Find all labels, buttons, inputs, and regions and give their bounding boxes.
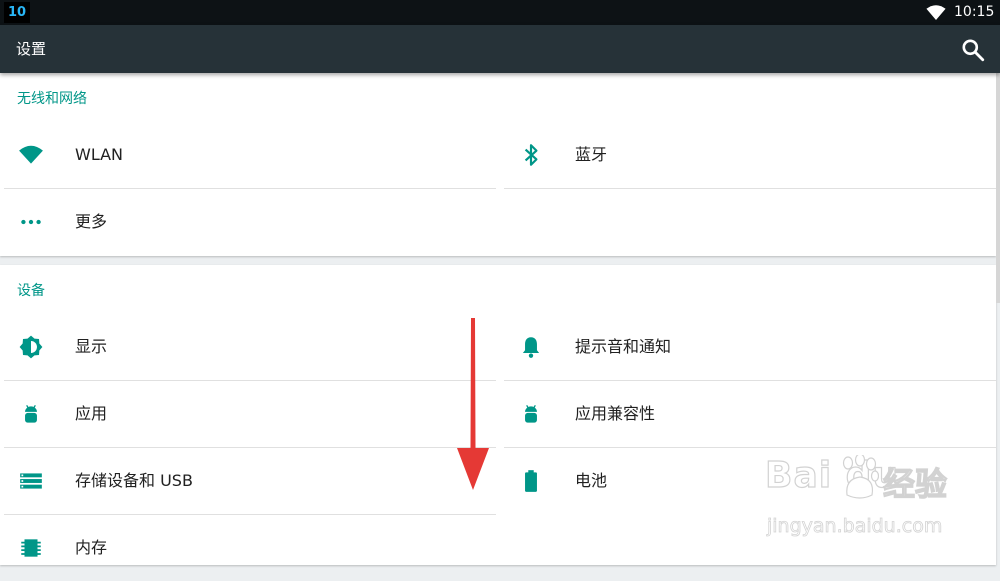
setting-label: 内存	[75, 538, 108, 557]
setting-label: WLAN	[75, 145, 124, 164]
search-icon	[962, 39, 985, 62]
section-title-device: 设备	[17, 283, 45, 299]
setting-label: 更多	[75, 212, 108, 231]
battery-icon	[525, 470, 537, 492]
storage-icon	[20, 473, 42, 489]
brightness-icon	[19, 335, 43, 359]
paw-logo-icon	[842, 455, 879, 499]
watermark-url: jingyan.baidu.com	[767, 515, 943, 538]
more-horiz-icon	[21, 219, 41, 225]
setting-memory[interactable]: 内存	[4, 515, 496, 581]
setting-app-compatibility[interactable]: 应用兼容性	[504, 381, 996, 447]
divider	[504, 188, 996, 189]
clock: 10:15	[954, 4, 995, 20]
notification-badge: 10	[4, 2, 30, 23]
setting-label: 显示	[75, 337, 108, 356]
wifi-signal-icon	[926, 5, 946, 20]
app-bar: 设置	[0, 25, 1000, 73]
setting-wlan[interactable]: WLAN	[4, 122, 496, 188]
android-icon	[25, 404, 37, 423]
setting-bluetooth[interactable]: 蓝牙	[504, 122, 996, 188]
bell-icon	[522, 337, 540, 358]
setting-label: 蓝牙	[575, 145, 608, 164]
setting-label: 提示音和通知	[575, 337, 672, 356]
setting-apps[interactable]: 应用	[4, 381, 496, 447]
setting-display[interactable]: 显示	[4, 314, 496, 380]
android-icon	[525, 404, 537, 423]
baidu-watermark: Bai du 经验 jingyan.baidu.com	[764, 454, 990, 545]
bluetooth-icon	[524, 144, 538, 166]
status-bar: 10 10:15	[0, 0, 1000, 25]
setting-label: 应用兼容性	[575, 404, 656, 423]
setting-label: 存储设备和 USB	[75, 471, 193, 490]
setting-label: 应用	[75, 404, 108, 423]
scrollbar-thumb[interactable]	[996, 73, 1000, 303]
setting-storage-usb[interactable]: 存储设备和 USB	[4, 448, 496, 514]
setting-sound-notification[interactable]: 提示音和通知	[504, 314, 996, 380]
setting-label: 电池	[575, 471, 608, 490]
search-button[interactable]	[960, 37, 986, 63]
section-title-wireless: 无线和网络	[17, 91, 87, 107]
watermark-logo-text: 经验	[882, 464, 948, 503]
wireless-networks-card: 无线和网络 WLAN 蓝牙 更多	[0, 73, 996, 256]
page-title: 设置	[16, 40, 47, 58]
wifi-icon	[19, 145, 43, 164]
memory-chip-icon	[21, 539, 41, 557]
setting-more[interactable]: 更多	[4, 189, 496, 255]
scroll-down-arrow-annotation	[457, 318, 489, 490]
